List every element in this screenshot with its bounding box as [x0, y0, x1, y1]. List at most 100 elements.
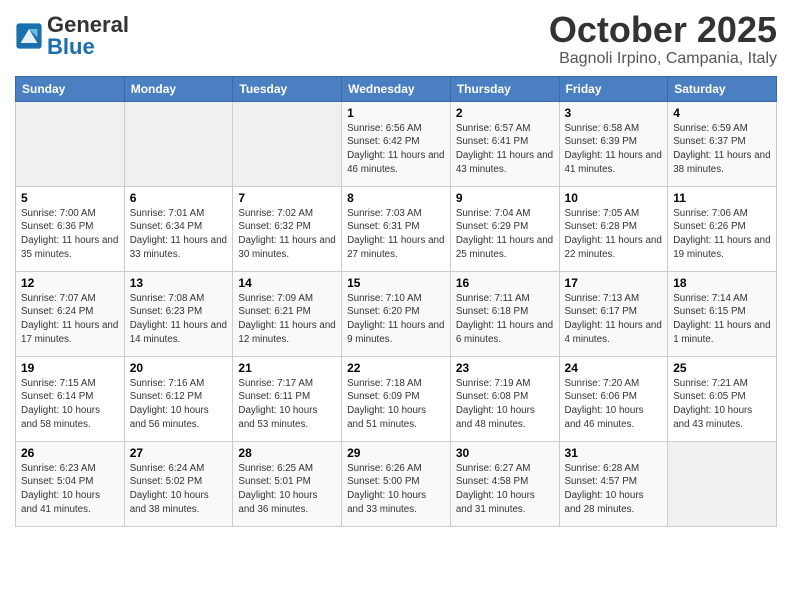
cell-info-text: Sunrise: 7:06 AMSunset: 6:26 PMDaylight:…	[673, 207, 771, 262]
cell-date-number: 3	[565, 106, 663, 120]
cell-date-number: 5	[21, 191, 119, 205]
cell-date-number: 14	[238, 276, 336, 290]
cell-info-text: Sunrise: 7:20 AMSunset: 6:06 PMDaylight:…	[565, 377, 663, 432]
cell-info-text: Sunrise: 7:07 AMSunset: 6:24 PMDaylight:…	[21, 292, 119, 347]
calendar-cell: 1 Sunrise: 6:56 AMSunset: 6:42 PMDaylight…	[342, 101, 451, 186]
cell-date-number: 4	[673, 106, 771, 120]
cell-info-text: Sunrise: 7:17 AMSunset: 6:11 PMDaylight:…	[238, 377, 336, 432]
calendar-cell: 14 Sunrise: 7:09 AMSunset: 6:21 PMDayligh…	[233, 271, 342, 356]
calendar-cell: 13 Sunrise: 7:08 AMSunset: 6:23 PMDayligh…	[124, 271, 233, 356]
cell-info-text: Sunrise: 6:58 AMSunset: 6:39 PMDaylight:…	[565, 122, 663, 177]
cell-info-text: Sunrise: 7:19 AMSunset: 6:08 PMDaylight:…	[456, 377, 554, 432]
calendar-cell: 28Sunrise: 6:25 AMSunset: 5:01 PMDayligh…	[233, 441, 342, 526]
calendar-cell: 17Sunrise: 7:13 AMSunset: 6:17 PMDayligh…	[559, 271, 668, 356]
cell-info-text: Sunrise: 6:57 AMSunset: 6:41 PMDaylight:…	[456, 122, 554, 177]
cell-date-number: 9	[456, 191, 554, 205]
calendar-cell: 27Sunrise: 6:24 AMSunset: 5:02 PMDayligh…	[124, 441, 233, 526]
cell-date-number: 28	[238, 446, 336, 460]
cell-info-text: Sunrise: 7:01 AMSunset: 6:34 PMDaylight:…	[130, 207, 228, 262]
cell-date-number: 11	[673, 191, 771, 205]
calendar-cell: 4 Sunrise: 6:59 AMSunset: 6:37 PMDaylight…	[668, 101, 777, 186]
calendar-cell: 26 Sunrise: 6:23 AMSunset: 5:04 PMDayligh…	[16, 441, 125, 526]
cell-info-text: Sunrise: 7:10 AMSunset: 6:20 PMDaylight:…	[347, 292, 445, 347]
calendar-cell: 7 Sunrise: 7:02 AMSunset: 6:32 PMDaylight…	[233, 186, 342, 271]
week-row-2: 5 Sunrise: 7:00 AMSunset: 6:36 PMDaylight…	[16, 186, 777, 271]
cell-info-text: Sunrise: 6:23 AMSunset: 5:04 PMDaylight:…	[21, 462, 119, 517]
calendar-cell: 30Sunrise: 6:27 AMSunset: 4:58 PMDayligh…	[450, 441, 559, 526]
logo-text: General Blue	[47, 14, 129, 58]
calendar-cell: 6 Sunrise: 7:01 AMSunset: 6:34 PMDaylight…	[124, 186, 233, 271]
cell-date-number: 30	[456, 446, 554, 460]
calendar-cell: 2 Sunrise: 6:57 AMSunset: 6:41 PMDaylight…	[450, 101, 559, 186]
cell-date-number: 12	[21, 276, 119, 290]
cell-date-number: 26	[21, 446, 119, 460]
calendar-cell: 24Sunrise: 7:20 AMSunset: 6:06 PMDayligh…	[559, 356, 668, 441]
day-header-sunday: Sunday	[16, 76, 125, 101]
calendar-cell: 23 Sunrise: 7:19 AMSunset: 6:08 PMDayligh…	[450, 356, 559, 441]
cell-info-text: Sunrise: 6:56 AMSunset: 6:42 PMDaylight:…	[347, 122, 445, 177]
week-row-4: 19Sunrise: 7:15 AMSunset: 6:14 PMDayligh…	[16, 356, 777, 441]
calendar-cell: 21 Sunrise: 7:17 AMSunset: 6:11 PMDayligh…	[233, 356, 342, 441]
calendar-cell: 29Sunrise: 6:26 AMSunset: 5:00 PMDayligh…	[342, 441, 451, 526]
week-row-3: 12 Sunrise: 7:07 AMSunset: 6:24 PMDayligh…	[16, 271, 777, 356]
location: Bagnoli Irpino, Campania, Italy	[549, 50, 777, 68]
calendar-cell	[668, 441, 777, 526]
cell-info-text: Sunrise: 7:05 AMSunset: 6:28 PMDaylight:…	[565, 207, 663, 262]
header-row: SundayMondayTuesdayWednesdayThursdayFrid…	[16, 76, 777, 101]
logo-icon	[15, 22, 43, 50]
calendar-cell: 12 Sunrise: 7:07 AMSunset: 6:24 PMDayligh…	[16, 271, 125, 356]
logo: General Blue	[15, 14, 129, 58]
cell-date-number: 20	[130, 361, 228, 375]
cell-info-text: Sunrise: 7:08 AMSunset: 6:23 PMDaylight:…	[130, 292, 228, 347]
day-header-saturday: Saturday	[668, 76, 777, 101]
calendar-cell: 18 Sunrise: 7:14 AMSunset: 6:15 PMDayligh…	[668, 271, 777, 356]
cell-date-number: 1	[347, 106, 445, 120]
cell-info-text: Sunrise: 7:14 AMSunset: 6:15 PMDaylight:…	[673, 292, 771, 347]
calendar-cell: 5 Sunrise: 7:00 AMSunset: 6:36 PMDaylight…	[16, 186, 125, 271]
calendar-cell	[233, 101, 342, 186]
week-row-5: 26 Sunrise: 6:23 AMSunset: 5:04 PMDayligh…	[16, 441, 777, 526]
calendar-cell: 15 Sunrise: 7:10 AMSunset: 6:20 PMDayligh…	[342, 271, 451, 356]
calendar-cell	[124, 101, 233, 186]
cell-info-text: Sunrise: 7:04 AMSunset: 6:29 PMDaylight:…	[456, 207, 554, 262]
calendar-cell: 25Sunrise: 7:21 AMSunset: 6:05 PMDayligh…	[668, 356, 777, 441]
cell-info-text: Sunrise: 6:26 AMSunset: 5:00 PMDaylight:…	[347, 462, 445, 517]
cell-date-number: 22	[347, 361, 445, 375]
cell-date-number: 21	[238, 361, 336, 375]
cell-date-number: 19	[21, 361, 119, 375]
calendar-cell: 9 Sunrise: 7:04 AMSunset: 6:29 PMDaylight…	[450, 186, 559, 271]
cell-info-text: Sunrise: 7:21 AMSunset: 6:05 PMDaylight:…	[673, 377, 771, 432]
day-header-monday: Monday	[124, 76, 233, 101]
calendar-cell	[16, 101, 125, 186]
cell-date-number: 16	[456, 276, 554, 290]
cell-info-text: Sunrise: 7:09 AMSunset: 6:21 PMDaylight:…	[238, 292, 336, 347]
cell-info-text: Sunrise: 6:59 AMSunset: 6:37 PMDaylight:…	[673, 122, 771, 177]
cell-info-text: Sunrise: 7:00 AMSunset: 6:36 PMDaylight:…	[21, 207, 119, 262]
cell-date-number: 2	[456, 106, 554, 120]
week-row-1: 1 Sunrise: 6:56 AMSunset: 6:42 PMDaylight…	[16, 101, 777, 186]
calendar-cell: 10 Sunrise: 7:05 AMSunset: 6:28 PMDayligh…	[559, 186, 668, 271]
cell-date-number: 23	[456, 361, 554, 375]
cell-date-number: 10	[565, 191, 663, 205]
cell-info-text: Sunrise: 6:28 AMSunset: 4:57 PMDaylight:…	[565, 462, 663, 517]
cell-date-number: 13	[130, 276, 228, 290]
calendar-cell: 31 Sunrise: 6:28 AMSunset: 4:57 PMDayligh…	[559, 441, 668, 526]
calendar-cell: 19Sunrise: 7:15 AMSunset: 6:14 PMDayligh…	[16, 356, 125, 441]
cell-date-number: 31	[565, 446, 663, 460]
calendar-cell: 11 Sunrise: 7:06 AMSunset: 6:26 PMDayligh…	[668, 186, 777, 271]
cell-info-text: Sunrise: 7:11 AMSunset: 6:18 PMDaylight:…	[456, 292, 554, 347]
calendar-cell: 20 Sunrise: 7:16 AMSunset: 6:12 PMDayligh…	[124, 356, 233, 441]
calendar-cell: 8Sunrise: 7:03 AMSunset: 6:31 PMDaylight…	[342, 186, 451, 271]
day-header-thursday: Thursday	[450, 76, 559, 101]
day-header-tuesday: Tuesday	[233, 76, 342, 101]
month-title: October 2025	[549, 10, 777, 50]
cell-date-number: 7	[238, 191, 336, 205]
cell-info-text: Sunrise: 7:03 AMSunset: 6:31 PMDaylight:…	[347, 207, 445, 262]
cell-info-text: Sunrise: 7:02 AMSunset: 6:32 PMDaylight:…	[238, 207, 336, 262]
calendar-cell: 22Sunrise: 7:18 AMSunset: 6:09 PMDayligh…	[342, 356, 451, 441]
day-header-wednesday: Wednesday	[342, 76, 451, 101]
cell-date-number: 18	[673, 276, 771, 290]
cell-date-number: 15	[347, 276, 445, 290]
cell-date-number: 6	[130, 191, 228, 205]
cell-info-text: Sunrise: 7:16 AMSunset: 6:12 PMDaylight:…	[130, 377, 228, 432]
